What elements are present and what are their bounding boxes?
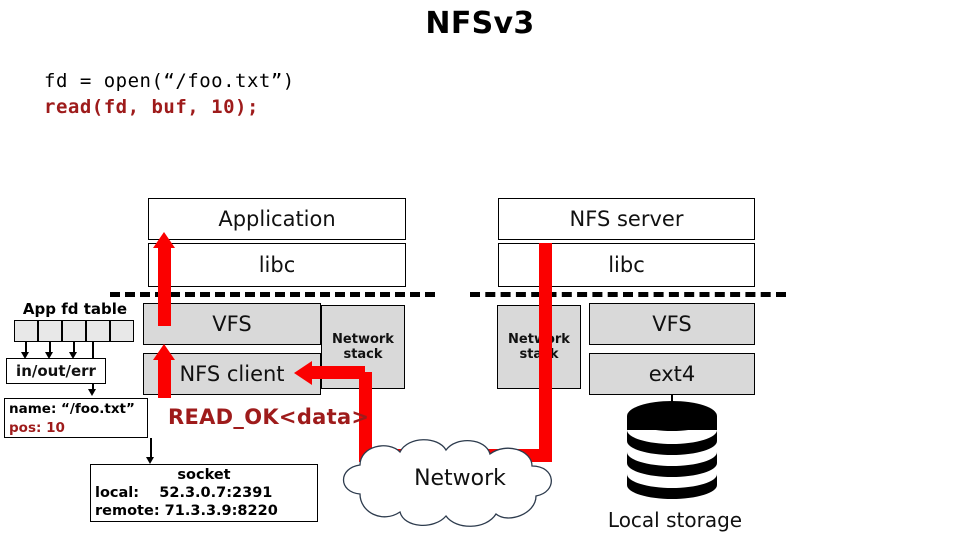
server-libc-box[interactable]: libc bbox=[498, 243, 755, 287]
client-network-stack-label-line1: Network bbox=[332, 332, 394, 347]
code-line-read: read(fd, buf, 10); bbox=[44, 96, 259, 118]
nfs-client-to-vfs-arrow-shaft bbox=[158, 358, 171, 398]
socket-remote-row: remote: 71.3.3.9:8220 bbox=[95, 503, 278, 519]
local-storage-cylinder bbox=[622, 398, 722, 504]
client-vfs-label: VFS bbox=[212, 312, 252, 336]
file-object-name: name: “/foo.txt” bbox=[9, 401, 135, 417]
socket-local-row: local: 52.3.0.7:2391 bbox=[95, 485, 273, 501]
code-snippet: fd = open(“/foo.txt”) read(fd, buf, 10); bbox=[44, 68, 295, 120]
file-object-to-socket-arrow-icon bbox=[146, 457, 154, 464]
fd-cell[interactable] bbox=[38, 320, 62, 342]
client-application-label: Application bbox=[218, 207, 336, 231]
socket-header: socket bbox=[177, 467, 231, 483]
network-cloud-label: Network bbox=[414, 466, 506, 491]
server-nfs-server-label: NFS server bbox=[569, 207, 684, 231]
server-ext4-box[interactable]: ext4 bbox=[589, 353, 755, 395]
fd-cell[interactable] bbox=[14, 320, 38, 342]
reply-arrow-into-nfs-client-icon bbox=[294, 360, 312, 385]
code-line-open: fd = open(“/foo.txt”) bbox=[44, 70, 295, 92]
reply-path-into-nfs-client-segment bbox=[311, 366, 365, 379]
fd-cell[interactable] bbox=[110, 320, 134, 342]
app-fd-table-cells[interactable] bbox=[14, 320, 134, 342]
in-out-err-label: in/out/err bbox=[16, 361, 96, 380]
vfs-to-application-arrow-shaft bbox=[158, 247, 171, 326]
client-nfs-client-label: NFS client bbox=[179, 362, 285, 386]
vfs-to-application-arrow-icon bbox=[153, 232, 175, 248]
server-nfs-server-box[interactable]: NFS server bbox=[498, 198, 755, 240]
file-object-pos: pos: 10 bbox=[9, 420, 65, 436]
client-network-stack-label-line2: stack bbox=[343, 347, 383, 362]
server-vfs-box[interactable]: VFS bbox=[589, 303, 755, 345]
client-libc-box[interactable]: libc bbox=[148, 243, 406, 287]
database-icon bbox=[627, 401, 717, 499]
nfs-client-to-vfs-arrow-icon bbox=[153, 344, 175, 360]
server-vfs-label: VFS bbox=[652, 312, 692, 336]
server-libc-label: libc bbox=[608, 253, 645, 277]
fd-to-file-object-arrow-icon bbox=[88, 389, 96, 396]
reply-path-server-down-segment bbox=[539, 243, 552, 462]
client-libc-label: libc bbox=[258, 253, 296, 277]
fd-cell[interactable] bbox=[62, 320, 86, 342]
reply-message-label: READ_OK<data> bbox=[168, 405, 370, 429]
page-title: NFSv3 bbox=[425, 6, 535, 41]
fd-cell[interactable] bbox=[86, 320, 110, 342]
server-kernel-boundary-dashed-line bbox=[470, 292, 786, 297]
in-out-err-box[interactable]: in/out/err bbox=[6, 358, 106, 384]
local-storage-label: Local storage bbox=[607, 508, 743, 532]
socket-box[interactable]: socket local: 52.3.0.7:2391 remote: 71.3… bbox=[90, 464, 318, 522]
server-ext4-label: ext4 bbox=[648, 362, 696, 386]
file-object-box[interactable]: name: “/foo.txt” pos: 10 bbox=[4, 398, 148, 438]
client-application-box[interactable]: Application bbox=[148, 198, 406, 240]
app-fd-table-title: App fd table bbox=[22, 300, 128, 318]
